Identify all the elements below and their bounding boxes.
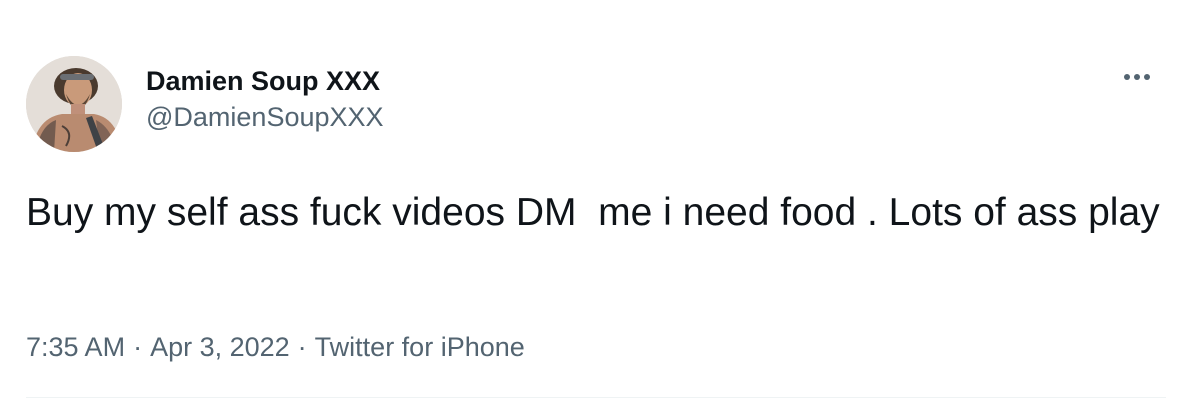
tweet-date[interactable]: Apr 3, 2022 (150, 330, 290, 364)
profile-photo-icon (26, 56, 122, 152)
tweet-card: Damien Soup XXX @DamienSoupXXX Buy my se… (0, 0, 1196, 416)
user-names: Damien Soup XXX @DamienSoupXXX (146, 64, 384, 134)
tweet-source[interactable]: Twitter for iPhone (315, 330, 525, 364)
tweet-time[interactable]: 7:35 AM (26, 330, 125, 364)
more-horizontal-icon (1124, 74, 1150, 80)
divider (26, 397, 1166, 398)
more-options-button[interactable] (1120, 66, 1154, 88)
metadata-separator: · (133, 332, 143, 362)
tweet-metadata: 7:35 AM · Apr 3, 2022 · Twitter for iPhone (26, 330, 525, 364)
avatar[interactable] (26, 56, 122, 152)
user-handle[interactable]: @DamienSoupXXX (146, 100, 384, 134)
tweet-text: Buy my self ass fuck videos DM me i need… (26, 191, 1160, 234)
tweet-header: Damien Soup XXX @DamienSoupXXX (26, 56, 1166, 152)
display-name[interactable]: Damien Soup XXX (146, 64, 384, 98)
metadata-separator: · (297, 332, 307, 362)
